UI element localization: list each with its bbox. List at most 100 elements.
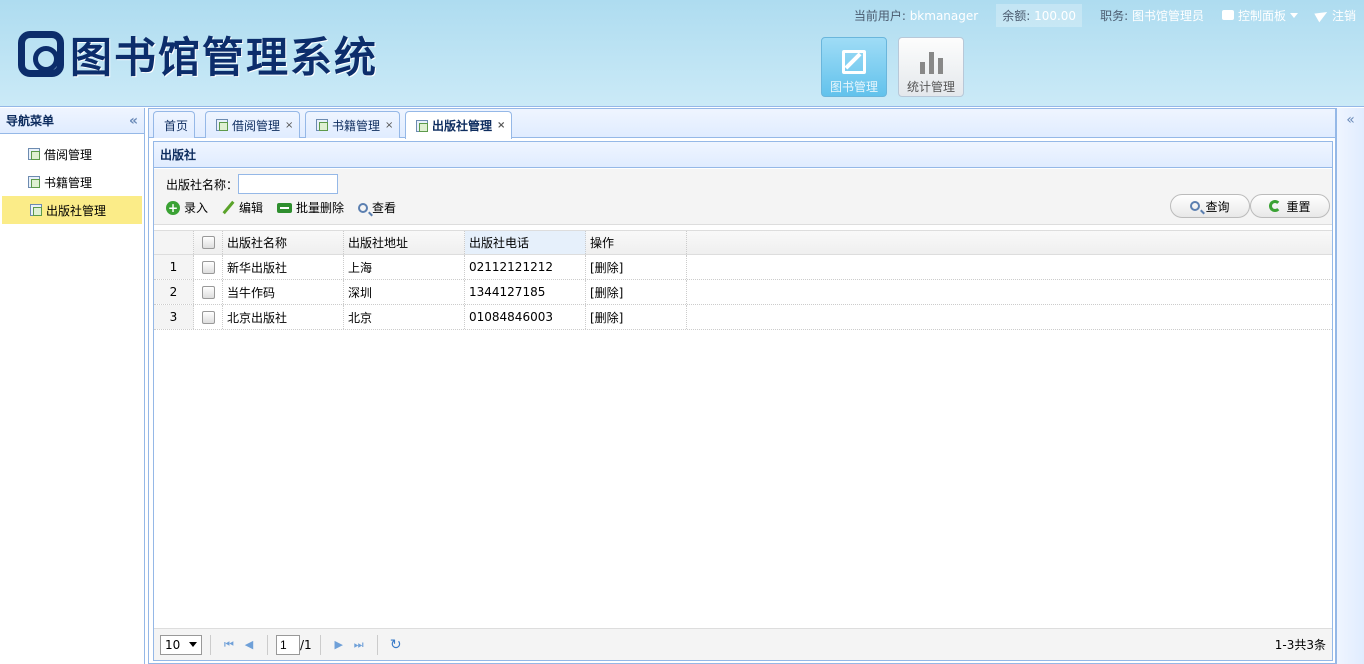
sidebar-item-label: 书籍管理 xyxy=(44,175,93,190)
sidebar: 导航菜单 « 借阅管理 书籍管理 出版社管理 xyxy=(0,108,145,664)
divider xyxy=(210,634,211,655)
page-icon xyxy=(28,176,40,188)
app-title: 图书馆管理系统 xyxy=(70,32,379,82)
tab-label: 首页 xyxy=(164,118,189,133)
current-user: 当前用户: bkmanager xyxy=(854,7,978,24)
page-icon xyxy=(28,148,40,160)
reset-button[interactable]: 重置 xyxy=(1250,194,1330,218)
sidebar-item-label: 借阅管理 xyxy=(44,147,93,162)
collapse-left-icon[interactable]: « xyxy=(129,113,138,129)
row-checkbox[interactable] xyxy=(201,260,215,274)
page-size-select[interactable]: 10 xyxy=(160,634,202,655)
publisher-name-input[interactable] xyxy=(238,174,339,194)
remove-icon xyxy=(277,202,293,213)
balance-value: 100.00 xyxy=(1034,8,1077,23)
page-number-input[interactable] xyxy=(276,634,300,655)
control-panel-label: 控制面板 xyxy=(1237,8,1286,23)
table-row[interactable]: 2 当牛作码 深圳 1344127185 [删除] xyxy=(154,280,1332,305)
current-user-value: bkmanager xyxy=(909,8,979,23)
refresh-icon xyxy=(1269,200,1282,212)
row-number: 3 xyxy=(154,305,194,329)
table-row[interactable]: 3 北京出版社 北京 01084846003 [删除] xyxy=(154,305,1332,330)
user-bar: 当前用户: bkmanager 余额: 100.00 职务: 图书馆管理员 控制… xyxy=(854,3,1364,27)
select-all-cell xyxy=(194,231,223,254)
prev-page-icon[interactable]: ◀ xyxy=(239,635,259,655)
edit-label: 编辑 xyxy=(239,201,264,215)
balance: 余额: 100.00 xyxy=(996,3,1083,27)
tab-books[interactable]: 书籍管理 × xyxy=(305,111,401,138)
app-header: 图书馆管理系统 当前用户: bkmanager 余额: 100.00 职务: 图… xyxy=(0,0,1364,107)
query-button[interactable]: 查询 xyxy=(1170,194,1250,218)
app-logo: 图书馆管理系统 xyxy=(18,26,378,82)
module-book-management-button[interactable]: 图书管理 xyxy=(821,37,887,97)
first-page-icon[interactable]: ⏮ xyxy=(219,635,239,655)
tab-home[interactable]: 首页 xyxy=(153,111,196,138)
row-check-cell xyxy=(194,255,223,279)
search-icon xyxy=(1190,201,1201,211)
divider xyxy=(267,634,268,655)
sidebar-title: 导航菜单 xyxy=(6,114,55,128)
row-check-cell xyxy=(194,280,223,304)
send-icon xyxy=(1314,7,1330,23)
last-page-icon[interactable]: ⏭ xyxy=(349,635,369,655)
publisher-phone: 1344127185 xyxy=(465,280,586,304)
view-button[interactable]: 查看 xyxy=(358,199,396,216)
close-icon[interactable]: × xyxy=(497,120,505,131)
sidebar-item-books[interactable]: 书籍管理 xyxy=(0,168,144,196)
page-icon xyxy=(316,119,328,131)
page-icon xyxy=(416,119,428,132)
add-button[interactable]: + 录入 xyxy=(166,199,208,216)
logout-button[interactable]: 注销 xyxy=(1314,7,1356,24)
delete-link[interactable]: [删除] xyxy=(586,305,687,329)
column-header[interactable]: 操作 xyxy=(586,231,687,254)
sidebar-item-borrow[interactable]: 借阅管理 xyxy=(0,140,144,168)
column-header[interactable]: 出版社地址 xyxy=(344,231,465,254)
close-icon[interactable]: × xyxy=(385,120,393,131)
tab-label: 出版社管理 xyxy=(432,119,493,133)
batch-delete-button[interactable]: 批量删除 xyxy=(277,199,344,216)
next-page-icon[interactable]: ▶ xyxy=(329,635,349,655)
publisher-address: 北京 xyxy=(344,305,465,329)
row-number: 1 xyxy=(154,255,194,279)
expand-right-icon[interactable]: « xyxy=(1337,112,1364,128)
action-bar: + 录入 编辑 批量删除 查看 xyxy=(166,199,396,216)
role-label: 职务: xyxy=(1100,8,1129,23)
publisher-address: 深圳 xyxy=(344,280,465,304)
refresh-icon[interactable]: ↻ xyxy=(386,635,406,655)
select-all-checkbox[interactable] xyxy=(201,236,215,249)
logo-icon xyxy=(18,31,64,77)
module-statistics-button[interactable]: 统计管理 xyxy=(898,37,964,97)
control-panel-button[interactable]: 控制面板 xyxy=(1221,7,1298,24)
table-header: 出版社名称 出版社地址 出版社电话 操作 xyxy=(154,230,1332,255)
column-header[interactable]: 出版社电话 xyxy=(465,231,586,254)
tab-publishers[interactable]: 出版社管理 × xyxy=(405,111,513,139)
tab-borrow[interactable]: 借阅管理 × xyxy=(205,111,301,138)
page-icon xyxy=(30,204,42,216)
role: 职务: 图书馆管理员 xyxy=(1100,7,1204,24)
delete-link[interactable]: [删除] xyxy=(586,255,687,279)
module-label: 图书管理 xyxy=(829,80,878,94)
row-check-cell xyxy=(194,305,223,329)
close-icon[interactable]: × xyxy=(285,120,293,131)
chevron-down-icon xyxy=(189,642,197,647)
row-number: 2 xyxy=(154,280,194,304)
balance-label: 余额: xyxy=(1002,8,1031,23)
row-checkbox[interactable] xyxy=(201,310,215,324)
column-header[interactable]: 出版社名称 xyxy=(223,231,344,254)
row-checkbox[interactable] xyxy=(201,285,215,299)
chevron-down-icon xyxy=(1289,12,1298,18)
logout-label: 注销 xyxy=(1331,8,1356,23)
query-label: 查询 xyxy=(1205,199,1230,214)
edit-button[interactable]: 编辑 xyxy=(222,199,263,216)
batch-delete-label: 批量删除 xyxy=(296,201,345,215)
divider xyxy=(376,634,378,655)
search-label: 出版社名称： xyxy=(166,177,239,192)
delete-link[interactable]: [删除] xyxy=(586,280,687,304)
edit-icon xyxy=(842,50,866,74)
plus-icon: + xyxy=(166,200,180,215)
sidebar-item-publishers[interactable]: 出版社管理 xyxy=(2,196,142,224)
module-label: 统计管理 xyxy=(906,80,955,94)
publisher-phone: 01084846003 xyxy=(465,305,586,329)
right-panel-collapsed: « xyxy=(1336,108,1364,664)
table-row[interactable]: 1 新华出版社 上海 02112121212 [删除] xyxy=(154,255,1332,280)
